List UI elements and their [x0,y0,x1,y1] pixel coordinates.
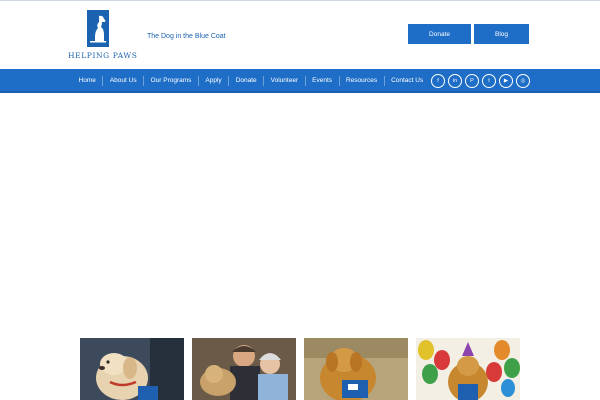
tile-golden-in-vest[interactable] [304,338,408,400]
instagram-icon[interactable]: ◎ [516,74,530,88]
social-links: f in P t ▶ ◎ [431,74,530,88]
linkedin-icon[interactable]: in [448,74,462,88]
nav-item-donate[interactable]: Donate [228,76,263,86]
tile-people-with-puppy[interactable] [192,338,296,400]
main-nav: Home About Us Our Programs Apply Donate … [0,69,600,93]
nav-item-resources[interactable]: Resources [338,76,384,86]
nav-item-apply[interactable]: Apply [197,76,228,86]
nav-item-events[interactable]: Events [304,76,339,86]
nav-item-home[interactable]: Home [72,76,102,86]
nav-item-volunteer[interactable]: Volunteer [263,76,304,86]
tagline: The Dog in the Blue Coat [147,33,226,40]
nav-item-about-us[interactable]: About Us [102,76,143,86]
nav-item-our-programs[interactable]: Our Programs [143,76,198,86]
tile-birthday-dog[interactable] [416,338,520,400]
logo-mark [87,10,109,47]
nav-item-contact-us[interactable]: Contact Us [383,76,430,86]
donate-button[interactable]: Donate [408,24,471,44]
facebook-icon[interactable]: f [431,74,445,88]
logo-text: HELPING PAWS [68,51,138,60]
twitter-icon[interactable]: t [482,74,496,88]
top-border [0,0,600,1]
hero-area [0,93,600,333]
logo[interactable]: HELPING PAWS [68,9,138,65]
blog-button[interactable]: Blog [474,24,529,44]
youtube-icon[interactable]: ▶ [499,74,513,88]
pinterest-icon[interactable]: P [465,74,479,88]
tile-puppy[interactable] [80,338,184,400]
nav-menu: Home About Us Our Programs Apply Donate … [72,69,430,93]
